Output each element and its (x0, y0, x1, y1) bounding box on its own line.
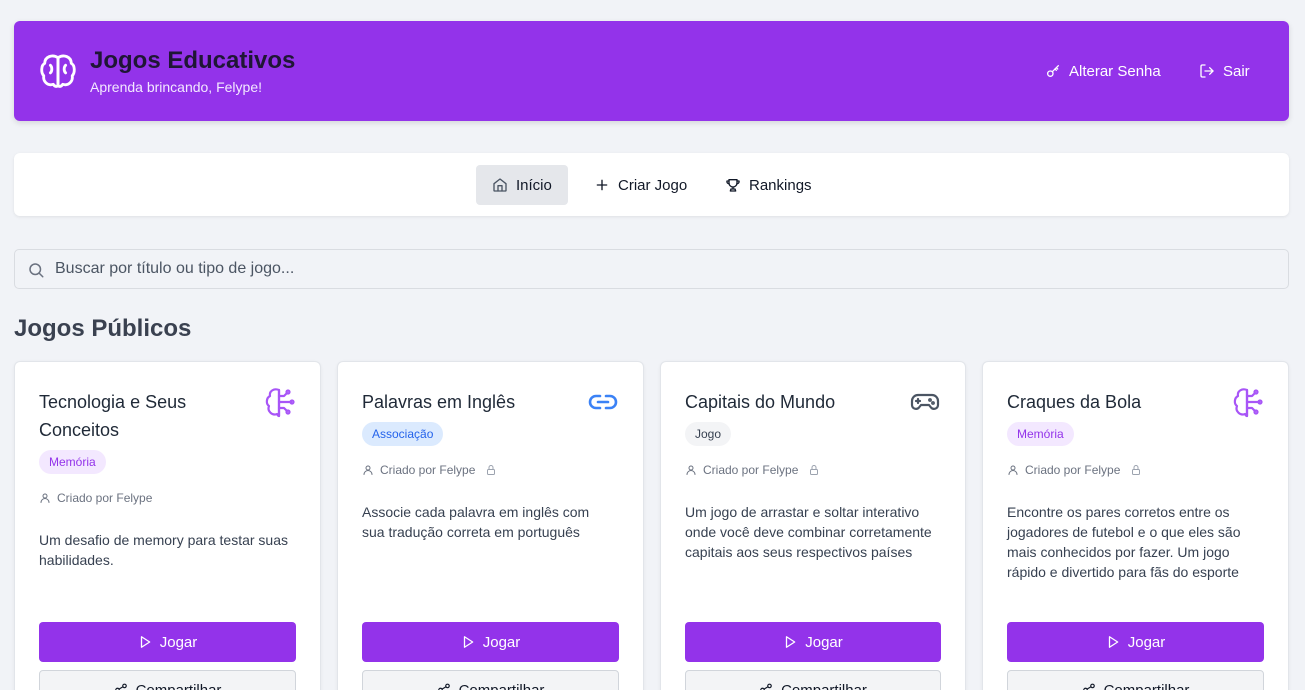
section-title: Jogos Públicos (14, 315, 192, 342)
play-icon (786, 636, 796, 648)
brain-circuit-icon (1233, 388, 1263, 418)
creator-info: Criado por Felype (362, 463, 497, 477)
creator-info: Criado por Felype (1007, 463, 1142, 477)
lock-icon (1132, 465, 1141, 475)
game-description: Um desafio de memory para testar suas ha… (39, 532, 288, 568)
share-button[interactable]: Compartilhar (685, 670, 941, 690)
creator-info: Criado por Felype (685, 463, 820, 477)
nav-create-label: Criar Jogo (618, 176, 688, 194)
app-header: Jogos Educativos Aprenda brincando, Fely… (14, 21, 1289, 121)
creator-info: Criado por Felype (39, 491, 152, 505)
play-button[interactable]: Jogar (1007, 622, 1264, 662)
game-description: Encontre os pares corretos entre os joga… (1007, 504, 1241, 580)
nav-rankings[interactable]: Rankings (709, 165, 828, 205)
game-card-title: Craques da Bola (1007, 392, 1142, 412)
trophy-icon (726, 179, 740, 192)
nav-rankings-label: Rankings (749, 176, 812, 194)
nav-home[interactable]: Início (476, 165, 568, 205)
user-icon (686, 465, 696, 475)
gamepad-icon (910, 393, 940, 410)
game-card: Tecnologia e Seus Conceitos Memória Cria… (14, 361, 321, 690)
share-icon (114, 683, 127, 690)
play-label: Jogar (159, 633, 198, 651)
creator-label: Criado por Felype (703, 463, 799, 477)
user-icon (1008, 465, 1018, 475)
logout-label: Sair (1223, 62, 1250, 80)
play-button[interactable]: Jogar (39, 622, 296, 662)
key-icon (1047, 65, 1059, 77)
game-type-badge: Memória (39, 450, 106, 474)
game-card: Capitais do Mundo Jogo Criado por Felype… (660, 361, 966, 690)
play-button[interactable]: Jogar (685, 622, 941, 662)
lock-icon (810, 465, 819, 475)
play-icon (1108, 636, 1119, 648)
change-password-button[interactable]: Alterar Senha (1045, 61, 1161, 81)
lock-icon (487, 465, 496, 475)
share-label: Compartilhar (1103, 681, 1190, 690)
search-input[interactable] (55, 250, 1275, 288)
share-icon (1082, 683, 1095, 690)
share-label: Compartilhar (781, 681, 867, 690)
share-button[interactable]: Compartilhar (362, 670, 619, 690)
logout-icon (1200, 64, 1214, 78)
search-icon (29, 263, 44, 278)
share-icon (760, 683, 772, 690)
home-icon (493, 178, 507, 192)
play-label: Jogar (805, 633, 843, 651)
user-icon (40, 493, 50, 503)
change-password-label: Alterar Senha (1069, 62, 1161, 80)
logout-button[interactable]: Sair (1199, 61, 1250, 81)
link-icon (588, 394, 618, 410)
brain-circuit-icon (265, 388, 295, 418)
share-icon (437, 683, 450, 690)
game-description: Um jogo de arrastar e soltar interativo … (685, 504, 932, 560)
plus-icon (596, 179, 608, 191)
game-card: Craques da Bola Memória Criado por Felyp… (982, 361, 1289, 690)
share-button[interactable]: Compartilhar (39, 670, 296, 690)
play-label: Jogar (482, 633, 521, 651)
app-title: Jogos Educativos (90, 47, 296, 74)
share-button[interactable]: Compartilhar (1007, 670, 1264, 690)
user-icon (363, 465, 373, 475)
game-description: Associe cada palavra em inglês com sua t… (362, 504, 590, 540)
app-subtitle: Aprenda brincando, Felype! (90, 79, 262, 95)
share-label: Compartilhar (458, 681, 545, 690)
nav-create-game[interactable]: Criar Jogo (578, 165, 703, 205)
play-label: Jogar (1127, 633, 1166, 651)
nav-home-label: Início (516, 176, 552, 194)
game-type-badge: Memória (1007, 422, 1074, 446)
play-icon (463, 636, 474, 648)
main-navbar: Início Criar Jogo Rankings (14, 153, 1289, 216)
game-type-badge: Jogo (685, 422, 732, 446)
creator-label: Criado por Felype (1025, 463, 1121, 477)
share-label: Compartilhar (135, 681, 222, 690)
play-icon (140, 636, 151, 648)
game-card-title: Capitais do Mundo (685, 392, 836, 412)
game-card-title: Tecnologia e Seus Conceitos (39, 392, 187, 440)
creator-label: Criado por Felype (380, 463, 476, 477)
brain-icon (40, 54, 76, 88)
play-button[interactable]: Jogar (362, 622, 619, 662)
game-card: Palavras em Inglês Associação Criado por… (337, 361, 644, 690)
game-card-title: Palavras em Inglês (362, 392, 516, 412)
creator-label: Criado por Felype (57, 491, 153, 505)
game-type-badge: Associação (362, 422, 444, 446)
search-bar (14, 249, 1289, 289)
